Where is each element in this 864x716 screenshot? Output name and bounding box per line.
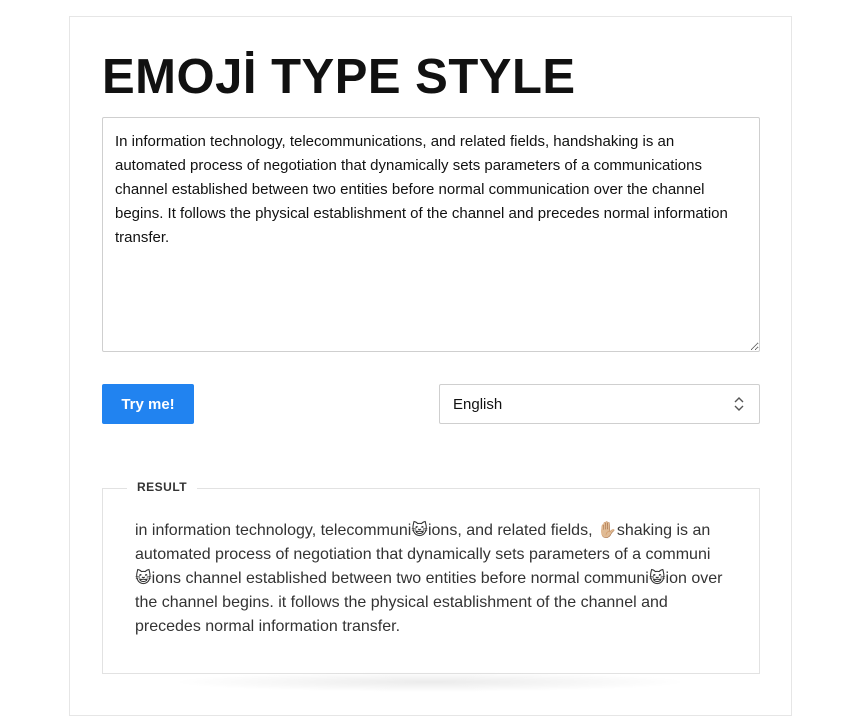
panel-shadow bbox=[170, 672, 690, 692]
up-down-chevron-icon bbox=[733, 396, 745, 412]
language-select-value: English bbox=[453, 396, 503, 413]
text-input[interactable]: In information technology, telecommunica… bbox=[102, 117, 760, 352]
try-me-button[interactable]: Try me! bbox=[102, 384, 194, 424]
result-label: RESULT bbox=[127, 480, 198, 494]
language-select[interactable]: English bbox=[439, 384, 760, 424]
result-text: in information technology, telecommuni😺i… bbox=[135, 522, 723, 635]
page-title: EMOJİ TYPE STYLE bbox=[102, 50, 576, 104]
result-panel: RESULT in information technology, teleco… bbox=[102, 480, 760, 674]
